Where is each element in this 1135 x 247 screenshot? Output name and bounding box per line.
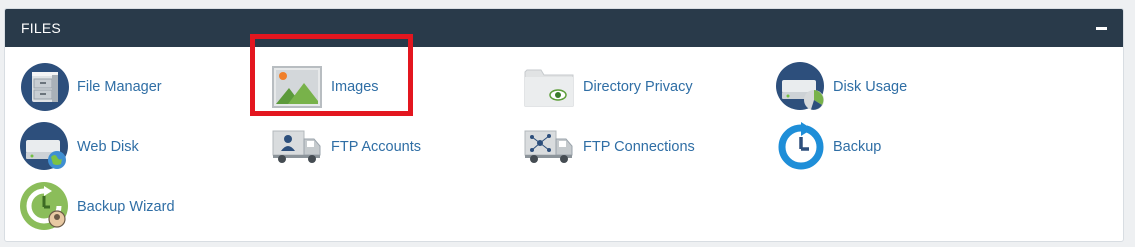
panel-title: FILES [21,20,61,36]
files-panel: FILES File Manager Images Directory Priv… [4,8,1124,242]
ftp-accounts-link[interactable]: FTP Accounts [272,122,421,172]
directory-privacy-link[interactable]: Directory Privacy [524,62,693,112]
backup-wizard-icon [20,182,70,232]
item-label: FTP Accounts [331,139,421,155]
images-icon [272,62,322,112]
ftp-connections-icon [524,122,574,172]
images-link[interactable]: Images [272,62,379,112]
item-label: Directory Privacy [583,79,693,95]
directory-privacy-icon [524,62,574,112]
item-label: File Manager [77,79,162,95]
web-disk-icon [20,122,70,172]
disk-usage-icon [776,62,826,112]
item-label: Images [331,79,379,95]
ftp-connections-link[interactable]: FTP Connections [524,122,695,172]
item-label: FTP Connections [583,139,695,155]
disk-usage-link[interactable]: Disk Usage [776,62,907,112]
files-panel-header[interactable]: FILES [5,9,1123,47]
item-label: Disk Usage [833,79,908,95]
item-label: Backup Wizard [77,199,175,215]
backup-icon [776,122,826,172]
item-label: Backup [833,139,882,155]
file-manager-link[interactable]: File Manager [20,62,162,112]
backup-link[interactable]: Backup [776,122,881,172]
web-disk-link[interactable]: Web Disk [20,122,139,172]
minus-icon[interactable] [1094,21,1108,35]
file-manager-icon [20,62,70,112]
ftp-accounts-icon [272,122,322,172]
backup-wizard-link[interactable]: Backup Wizard [20,182,175,232]
item-label: Web Disk [77,139,139,155]
